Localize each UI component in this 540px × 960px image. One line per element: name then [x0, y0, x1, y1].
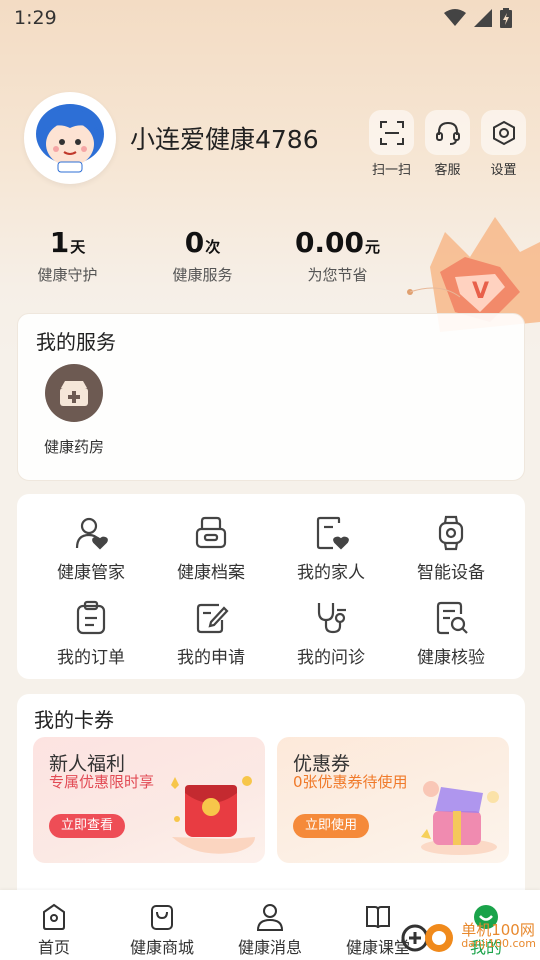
- tab-label: 健康商城: [129, 938, 194, 957]
- health-verification-label: 健康核验: [417, 648, 485, 668]
- stat-unit: 天: [70, 238, 86, 256]
- my-consultations-label: 我的问诊: [297, 648, 365, 668]
- stat-value: 1: [49, 226, 70, 259]
- tab-label: 首页: [37, 938, 70, 957]
- smart-device-label: 智能设备: [417, 563, 485, 583]
- health-record-label: 健康档案: [177, 563, 245, 583]
- health-butler-button[interactable]: 健康管家: [31, 514, 151, 583]
- scan-label: 扫一扫: [371, 163, 411, 178]
- tab-home[interactable]: 首页: [4, 902, 104, 958]
- customer-service-button[interactable]: 客服: [425, 110, 470, 178]
- watermark-logo-icon: [401, 924, 454, 952]
- tab-health-mall[interactable]: 健康商城: [112, 902, 212, 958]
- user-message-icon: [256, 904, 284, 931]
- battery-icon: [500, 8, 512, 28]
- settings-label: 设置: [490, 163, 517, 178]
- health-record-button[interactable]: 健康档案: [151, 514, 271, 583]
- application-icon: [196, 603, 229, 634]
- health-butler-icon: [75, 517, 108, 550]
- stat-unit: 次: [205, 238, 221, 256]
- feature-grid-card: 健康管家 健康档案 我的家人 智能设备 我的订单 我的申请 我的问诊 健康核验: [17, 494, 525, 679]
- smart-device-button[interactable]: 智能设备: [391, 514, 511, 583]
- scan-icon: [379, 120, 404, 145]
- my-family-label: 我的家人: [297, 563, 365, 583]
- stat-label: 健康服务: [172, 266, 233, 284]
- username: 小连爱健康4786: [130, 125, 319, 154]
- customer-service-label: 客服: [434, 163, 461, 178]
- coupon-subtitle: 专属优惠限时享: [49, 773, 155, 791]
- stat-value: 0.00: [294, 226, 365, 259]
- stat-unit: 元: [365, 238, 381, 256]
- stat-savings[interactable]: 0.00元 为您节省: [270, 226, 405, 285]
- my-applications-label: 我的申请: [177, 648, 245, 668]
- book-icon: [366, 906, 390, 929]
- stats-row: 1天 健康守护 0次 健康服务 0.00元 为您节省: [0, 226, 410, 285]
- family-icon: [316, 516, 349, 550]
- my-orders-button[interactable]: 我的订单: [31, 599, 151, 668]
- feature-grid: 健康管家 健康档案 我的家人 智能设备 我的订单 我的申请 我的问诊 健康核验: [17, 514, 525, 668]
- mascot-avatar-icon: [36, 104, 104, 173]
- verification-icon: [436, 601, 468, 635]
- newbie-benefit-coupon[interactable]: 新人福利 专属优惠限时享 立即查看: [33, 737, 265, 863]
- top-actions: 扫一扫 客服 设置: [369, 110, 526, 178]
- red-envelope-icon: [171, 776, 255, 854]
- order-icon: [76, 600, 106, 635]
- smartwatch-icon: [438, 515, 464, 551]
- home-icon: [43, 903, 65, 930]
- status-bar: 1:29: [0, 0, 540, 36]
- my-applications-button[interactable]: 我的申请: [151, 599, 271, 668]
- signal-icon: [474, 9, 492, 27]
- settings-icon: [492, 120, 515, 145]
- my-services-title: 我的服务: [36, 330, 116, 354]
- my-cards-title: 我的卡券: [34, 708, 114, 732]
- stat-value: 0: [184, 226, 205, 259]
- tab-label: 健康消息: [237, 938, 302, 957]
- health-verification-button[interactable]: 健康核验: [391, 599, 511, 668]
- profile-section[interactable]: 小连爱健康4786: [24, 92, 319, 184]
- headset-icon: [435, 121, 460, 145]
- watermark-line1: 单机100网: [461, 921, 535, 939]
- stat-guard-days[interactable]: 1天 健康守护: [0, 226, 135, 285]
- use-now-button[interactable]: 立即使用: [293, 814, 370, 838]
- health-pharmacy-label: 健康药房: [44, 438, 105, 456]
- watermark-line2: danji100.com: [461, 937, 536, 950]
- my-services-card: 我的服务 健康药房: [17, 313, 525, 481]
- coupon-subtitle: 0张优惠券待使用: [293, 773, 408, 791]
- stat-label: 为您节省: [307, 266, 368, 284]
- health-butler-label: 健康管家: [57, 563, 125, 583]
- wifi-icon: [444, 9, 466, 26]
- my-orders-label: 我的订单: [57, 648, 125, 668]
- svg-text:V: V: [472, 279, 489, 304]
- status-icons: [444, 8, 512, 28]
- status-time: 1:29: [14, 7, 57, 29]
- scan-button[interactable]: 扫一扫: [369, 110, 414, 178]
- stethoscope-icon: [317, 603, 346, 634]
- my-family-button[interactable]: 我的家人: [271, 514, 391, 583]
- watermark: 单机100网 danji100.com: [401, 916, 536, 956]
- pharmacy-box-icon: [60, 381, 88, 406]
- my-cards-card: 我的卡券 新人福利 专属优惠限时享 立即查看 优惠券 0张优惠券待使用 立即使用: [17, 694, 525, 904]
- gift-box-icon: [421, 781, 499, 855]
- my-consultations-button[interactable]: 我的问诊: [271, 599, 391, 668]
- avatar[interactable]: [24, 92, 116, 184]
- stat-services[interactable]: 0次 健康服务: [135, 226, 270, 285]
- health-pharmacy-button[interactable]: 健康药房: [44, 364, 104, 457]
- discount-coupon[interactable]: 优惠券 0张优惠券待使用 立即使用: [277, 737, 509, 863]
- shopping-bag-icon: [151, 905, 173, 930]
- settings-button[interactable]: 设置: [481, 110, 526, 178]
- health-record-icon: [195, 516, 227, 549]
- stat-label: 健康守护: [37, 266, 98, 284]
- view-now-button[interactable]: 立即查看: [49, 814, 126, 838]
- tab-health-messages[interactable]: 健康消息: [220, 902, 320, 958]
